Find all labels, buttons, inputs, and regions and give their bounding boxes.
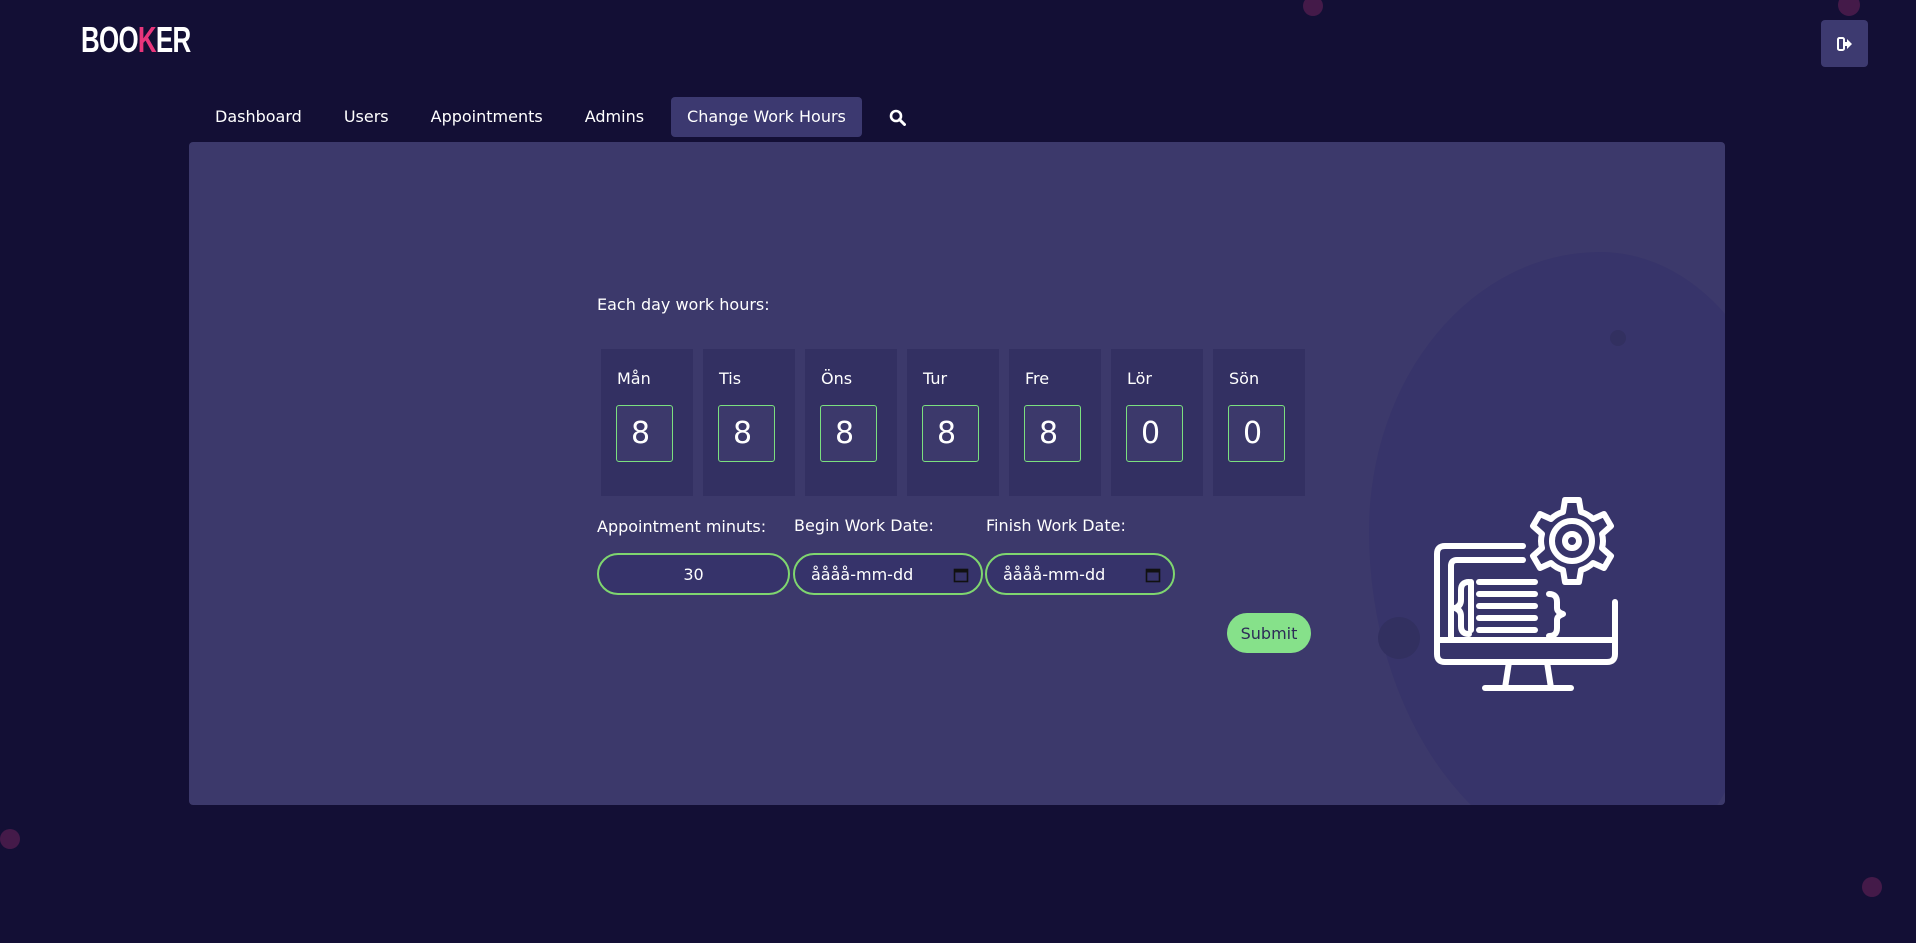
finish-date-value: åååå-mm-dd <box>1003 564 1106 584</box>
day-label: Lör <box>1127 369 1152 388</box>
calendar-icon[interactable] <box>953 567 969 583</box>
day-hours-input-sat[interactable]: 0 <box>1126 405 1183 462</box>
appointment-minutes-input[interactable]: 30 <box>597 553 790 595</box>
begin-date-input[interactable]: åååå-mm-dd <box>793 553 983 595</box>
nav-dashboard[interactable]: Dashboard <box>194 97 323 137</box>
day-hours-input-sun[interactable]: 0 <box>1228 405 1285 462</box>
work-hours-panel: Each day work hours: Mån 8 Tis 8 Öns 8 T… <box>189 142 1725 805</box>
day-label: Fre <box>1025 369 1050 388</box>
decorative-dot <box>1862 877 1882 897</box>
nav-change-work-hours[interactable]: Change Work Hours <box>671 97 862 137</box>
begin-date-value: åååå-mm-dd <box>811 564 914 584</box>
day-hours-input-wed[interactable]: 8 <box>820 405 877 462</box>
day-label: Tis <box>719 369 742 388</box>
decorative-dot <box>0 829 20 849</box>
decorative-circle <box>1610 330 1626 346</box>
appointment-minutes-label: Appointment minuts: <box>597 517 767 536</box>
sign-out-icon <box>1836 36 1852 51</box>
day-hours-input-mon[interactable]: 8 <box>616 405 673 462</box>
decorative-dot <box>1838 0 1860 16</box>
nav-users[interactable]: Users <box>323 97 410 137</box>
logo-text-accent: K <box>137 19 157 60</box>
day-hours-input-tue[interactable]: 8 <box>718 405 775 462</box>
finish-date-label: Finish Work Date: <box>986 516 1126 535</box>
appointment-minutes-value: 30 <box>683 564 704 584</box>
search-icon <box>890 109 907 126</box>
day-card-sun: Sön 0 <box>1213 349 1305 496</box>
main-nav: Dashboard Users Appointments Admins Chan… <box>194 97 918 137</box>
logo-text-start: BOO <box>81 19 139 60</box>
day-label: Sön <box>1229 369 1260 388</box>
day-label: Öns <box>821 369 853 388</box>
calendar-icon[interactable] <box>1145 567 1161 583</box>
day-card-sat: Lör 0 <box>1111 349 1203 496</box>
computer-settings-icon <box>1434 497 1618 691</box>
day-hours-row: Mån 8 Tis 8 Öns 8 Tur 8 Fre 8 Lör 0 Sön … <box>601 349 1305 496</box>
finish-date-input[interactable]: åååå-mm-dd <box>985 553 1175 595</box>
day-card-mon: Mån 8 <box>601 349 693 496</box>
nav-appointments[interactable]: Appointments <box>410 97 564 137</box>
day-card-fri: Fre 8 <box>1009 349 1101 496</box>
day-card-tue: Tis 8 <box>703 349 795 496</box>
work-hours-label: Each day work hours: <box>597 295 770 314</box>
logo[interactable]: BOOKER <box>81 19 191 60</box>
begin-date-label: Begin Work Date: <box>794 516 934 535</box>
day-hours-input-fri[interactable]: 8 <box>1024 405 1081 462</box>
day-card-wed: Öns 8 <box>805 349 897 496</box>
logout-button[interactable] <box>1821 20 1868 67</box>
logo-text-end: ER <box>155 19 191 60</box>
submit-button[interactable]: Submit <box>1227 613 1311 653</box>
decorative-circle <box>1378 617 1420 659</box>
day-card-thu: Tur 8 <box>907 349 999 496</box>
decorative-dot <box>1303 0 1323 16</box>
nav-admins[interactable]: Admins <box>564 97 665 137</box>
day-hours-input-thu[interactable]: 8 <box>922 405 979 462</box>
day-label: Tur <box>923 369 948 388</box>
day-label: Mån <box>617 369 651 388</box>
search-button[interactable] <box>878 97 918 137</box>
